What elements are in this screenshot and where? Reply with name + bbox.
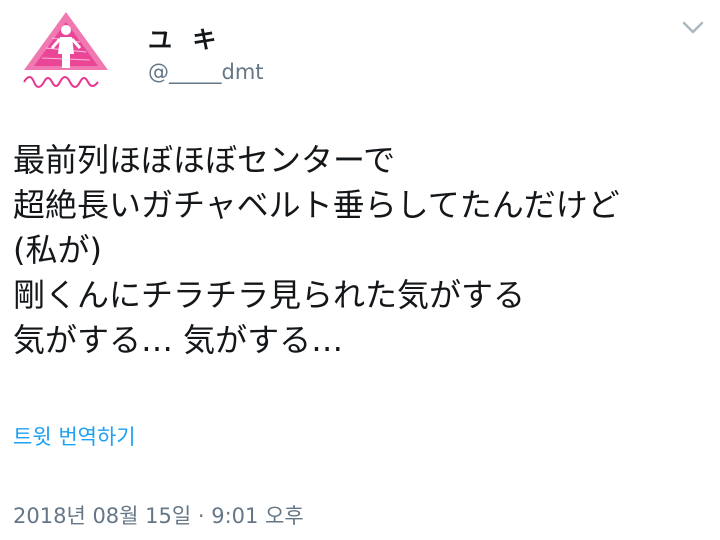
tweet-text-line: 最前列ほぼほぼセンターで: [13, 141, 396, 179]
tweet-timestamp[interactable]: 2018년 08월 15일 · 9:01 오후: [13, 500, 304, 530]
tweet-header: ユ キ @_____dmt: [0, 0, 720, 110]
tweet-text-line: 気がする… 気がする…: [13, 321, 344, 359]
avatar-image: [16, 8, 116, 94]
translate-tweet-link[interactable]: 트윗 번역하기: [13, 421, 136, 451]
chevron-down-icon[interactable]: [680, 18, 706, 38]
author-handle[interactable]: @_____dmt: [148, 60, 264, 84]
tweet-text-line: 剛くんにチラチラ見られた気がする: [13, 276, 526, 314]
tweet-text: 最前列ほぼほぼセンターで 超絶長いガチャベルト垂らしてたんだけど (私が) 剛く…: [13, 138, 713, 363]
tweet-text-line: (私が): [13, 231, 102, 269]
tweet-detail: ユ キ @_____dmt 最前列ほぼほぼセンターで 超絶長いガチャベルト垂らし…: [0, 0, 720, 540]
author-display-name[interactable]: ユ キ: [148, 20, 222, 55]
tweet-text-line: 超絶長いガチャベルト垂らしてたんだけど: [13, 186, 620, 224]
avatar[interactable]: [16, 8, 116, 94]
